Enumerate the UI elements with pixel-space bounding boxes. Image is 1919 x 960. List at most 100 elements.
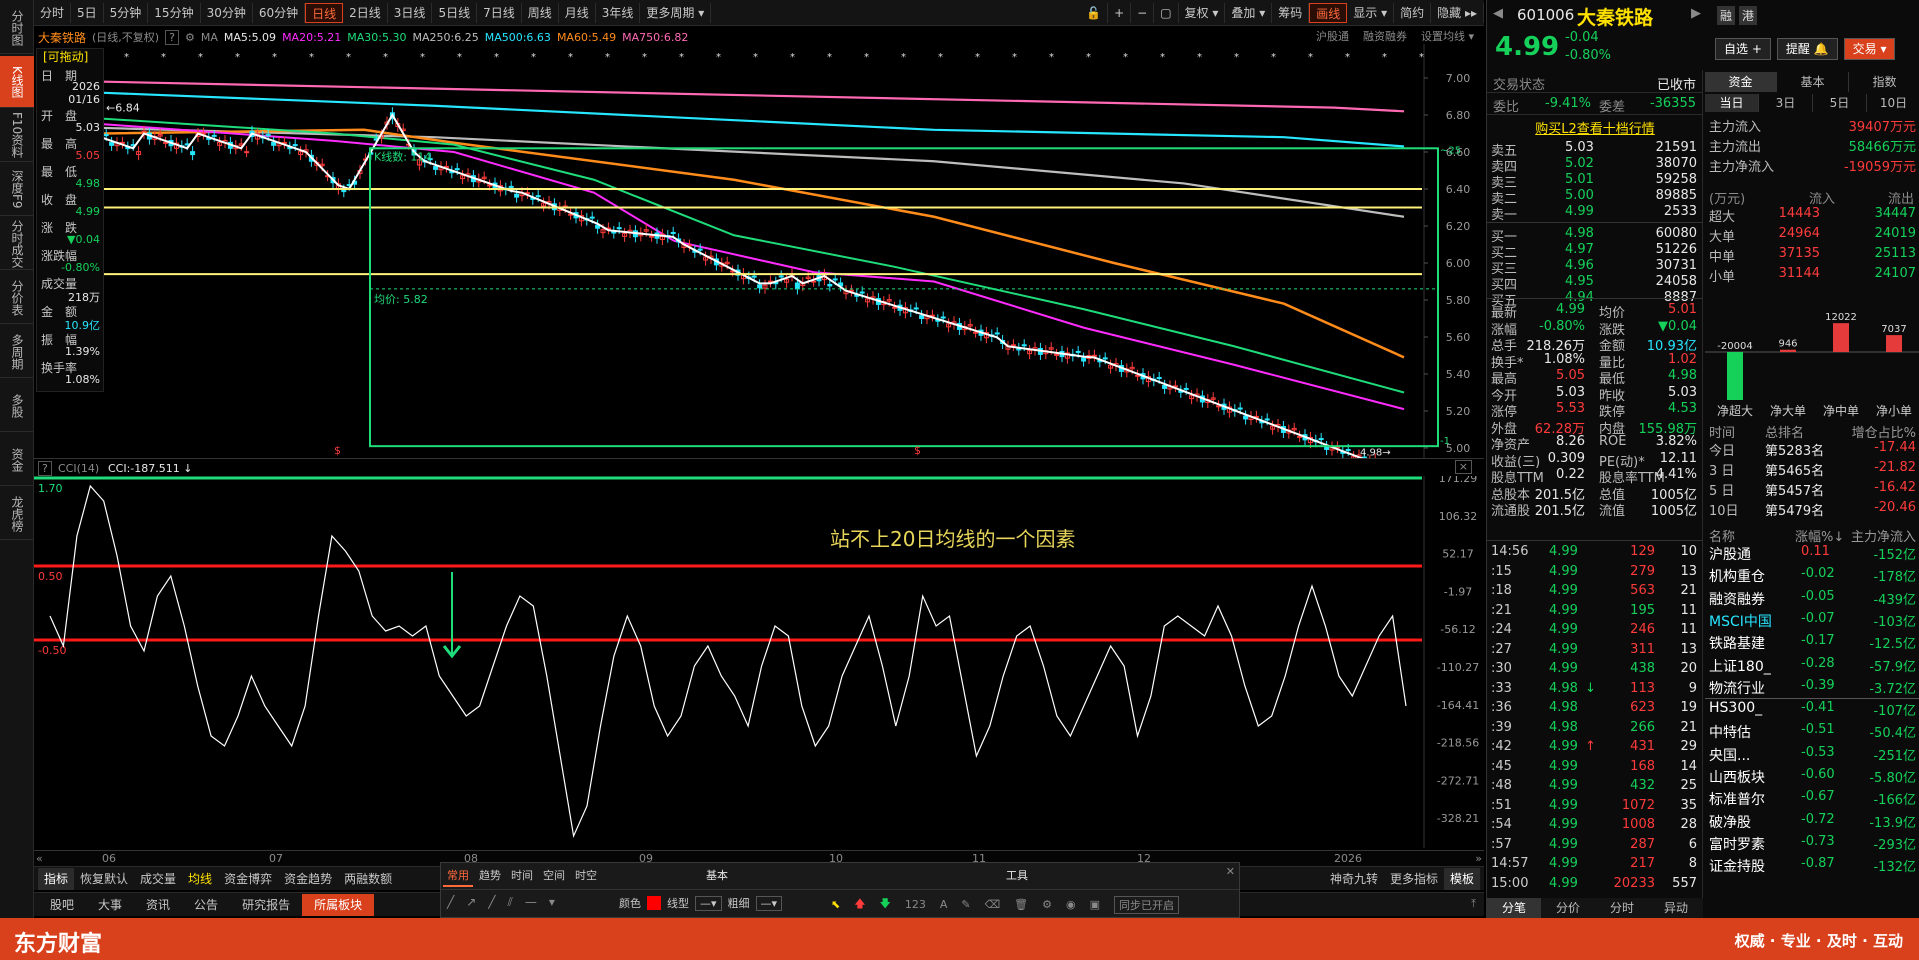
period-tab-2[interactable]: 5分钟 <box>104 2 149 23</box>
period-tab-6[interactable]: 日线 <box>305 2 344 23</box>
period-tab-0[interactable]: 分时 <box>34 2 72 23</box>
period-tab-14[interactable]: 更多周期 ▾ <box>640 2 712 23</box>
event-marker[interactable]: * <box>901 52 906 63</box>
event-marker[interactable]: * <box>1197 52 1202 63</box>
info-tab-1[interactable]: 大事 <box>86 894 134 916</box>
indicator-tab-0[interactable]: 指标 <box>38 868 75 890</box>
scroll-right-icon[interactable]: » <box>1475 852 1482 865</box>
period-tab-3[interactable]: 15分钟 <box>148 2 201 23</box>
event-marker[interactable]: * <box>161 52 166 63</box>
sector-name[interactable]: MSCI中国 <box>1709 611 1772 631</box>
indicator-tab-right-0[interactable]: 神奇九转 <box>1324 868 1384 890</box>
indicator-tab-1[interactable]: 恢复默认 <box>74 868 134 890</box>
line-tool-icon[interactable]: ╱ <box>447 895 454 910</box>
leftnav-item-7[interactable]: 多股 <box>0 380 34 432</box>
event-marker[interactable]: * <box>124 52 129 63</box>
down-arrow-icon[interactable]: 🡇 <box>880 895 891 914</box>
info-tab-0[interactable]: 股吧 <box>38 894 86 916</box>
quote-button-0[interactable]: 自选 + <box>1715 38 1771 60</box>
eraser-icon[interactable]: ⌫ <box>985 898 1001 911</box>
period-tab-9[interactable]: 5日线 <box>432 2 478 23</box>
draw-tab-2[interactable]: 时间 <box>507 865 537 887</box>
sector-name[interactable]: 机构重仓 <box>1709 566 1765 586</box>
pen-icon[interactable]: ✎ <box>961 898 970 911</box>
fund-period-2[interactable]: 5日 <box>1812 94 1866 112</box>
crosshair-data-panel[interactable]: [可拖动] 日 期 2026 01/16 开 盘 5.03 最 高 5.05 最 低 4.98… <box>36 48 104 392</box>
draw-tab-3[interactable]: 空间 <box>539 865 569 887</box>
period-tab-11[interactable]: 周线 <box>522 2 559 23</box>
sector-header[interactable]: 主力净流入 <box>1851 526 1916 545</box>
info-tab-4[interactable]: 研究报告 <box>230 894 302 916</box>
event-marker[interactable]: * <box>1345 52 1350 63</box>
quote-tab-3[interactable]: 异动 <box>1649 898 1703 918</box>
sector-name[interactable]: 标准普尔 <box>1709 789 1765 809</box>
toolbar-button-5[interactable]: 简约 <box>1394 2 1432 23</box>
trash-icon[interactable]: 🗑 <box>1014 898 1028 911</box>
sector-name[interactable]: 证金持股 <box>1709 856 1765 876</box>
leftnav-item-5[interactable]: 分价表 <box>0 272 34 324</box>
period-tab-1[interactable]: 5日 <box>71 2 104 23</box>
leftnav-item-2[interactable]: F10资料 <box>0 110 34 162</box>
fullscreen-icon[interactable]: ▢ <box>1154 2 1179 23</box>
event-marker[interactable]: * <box>235 52 240 63</box>
kline-chart[interactable]: 7.006.806.606.406.206.005.805.605.405.20… <box>34 44 1484 458</box>
leftnav-item-0[interactable]: 分时图 <box>0 2 34 54</box>
period-tab-12[interactable]: 月线 <box>559 2 596 23</box>
settings-icon[interactable]: ⚙ <box>185 31 195 44</box>
scroll-left-icon[interactable]: « <box>36 852 43 865</box>
ray-tool-icon[interactable]: ↗ <box>466 895 476 910</box>
toolbar-button-1[interactable]: 叠加 ▾ <box>1225 2 1273 23</box>
period-tab-7[interactable]: 2日线 <box>343 2 388 23</box>
eye-icon[interactable]: ◉ <box>1066 898 1076 911</box>
event-marker[interactable]: * <box>753 52 758 63</box>
leftnav-item-4[interactable]: 分时成交 <box>0 218 34 270</box>
quote-tab-2[interactable]: 分时 <box>1595 898 1649 918</box>
event-marker[interactable]: * <box>827 52 832 63</box>
thickness-select[interactable]: —▾ <box>755 895 783 911</box>
l2-link[interactable]: 购买L2查看十档行情 <box>1487 118 1703 137</box>
stock-tag[interactable]: 融 <box>1717 6 1736 25</box>
leftnav-item-8[interactable]: 资金 <box>0 434 34 486</box>
sector-name[interactable]: 融资融券 <box>1709 589 1765 609</box>
screenshot-icon[interactable]: ▣ <box>1090 898 1100 911</box>
sector-name[interactable]: 山西板块 <box>1709 767 1765 787</box>
parallel-tool-icon[interactable]: ⫽ <box>508 895 513 910</box>
quote-button-1[interactable]: 提醒 🔔 <box>1776 38 1838 60</box>
zoom-out-button[interactable]: − <box>1131 2 1155 23</box>
period-tab-8[interactable]: 3日线 <box>388 2 433 23</box>
event-marker[interactable]: * <box>605 52 610 63</box>
draw-tab-0[interactable]: 常用 <box>443 865 473 887</box>
linetype-select[interactable]: —▾ <box>695 895 722 911</box>
lock-icon[interactable]: 🔓 <box>1080 2 1109 23</box>
quote-button-2[interactable]: 交易 ▾ <box>1843 38 1896 60</box>
period-tab-10[interactable]: 7日线 <box>477 2 522 23</box>
sector-name[interactable]: 富时罗素 <box>1709 834 1765 854</box>
draw-tab-1[interactable]: 趋势 <box>475 865 505 887</box>
next-stock-icon[interactable]: ▶ <box>1691 6 1701 21</box>
period-tab-13[interactable]: 3年线 <box>596 2 641 23</box>
event-marker[interactable]: * <box>309 52 314 63</box>
indicator-tab-5[interactable]: 资金趋势 <box>278 868 338 890</box>
period-tab-4[interactable]: 30分钟 <box>201 2 253 23</box>
up-arrow-icon[interactable]: 🡅 <box>854 895 865 914</box>
text-icon[interactable]: A <box>940 898 948 911</box>
color-swatch[interactable] <box>647 896 661 910</box>
chart-option-0[interactable]: 沪股通 <box>1316 28 1349 44</box>
collapse-icon[interactable]: ⤒ <box>1471 897 1476 911</box>
event-marker[interactable]: * <box>383 52 388 63</box>
period-tab-5[interactable]: 60分钟 <box>253 2 306 23</box>
toolbar-button-4[interactable]: 显示 ▾ <box>1347 2 1395 23</box>
event-marker[interactable]: * <box>642 52 647 63</box>
info-tab-5[interactable]: 所属板块 <box>302 894 375 916</box>
quote-tab-1[interactable]: 分价 <box>1541 898 1595 918</box>
toolbar-button-0[interactable]: 复权 ▾ <box>1179 2 1226 23</box>
event-marker[interactable]: * <box>346 52 351 63</box>
sector-name[interactable]: 央国... <box>1709 745 1750 765</box>
close-icon[interactable]: × <box>1454 460 1472 474</box>
leftnav-item-6[interactable]: 多周期 <box>0 326 34 378</box>
sector-name[interactable]: HS300_ <box>1709 700 1762 716</box>
dividend-marker[interactable]: $ <box>334 444 341 457</box>
event-marker[interactable]: * <box>679 52 684 63</box>
fund-period-1[interactable]: 3日 <box>1758 94 1812 112</box>
info-tab-3[interactable]: 公告 <box>182 894 230 916</box>
